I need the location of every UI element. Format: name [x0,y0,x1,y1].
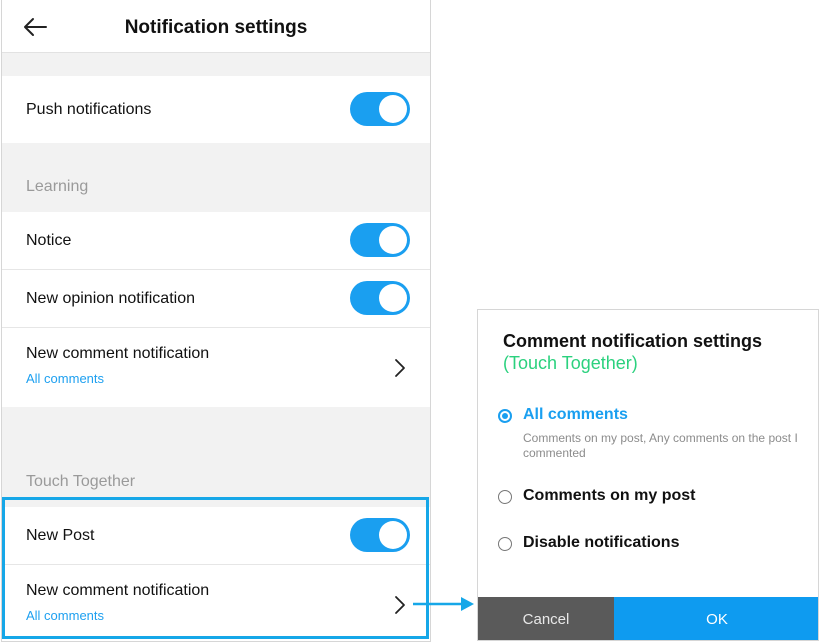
page-title: Notification settings [124,17,308,38]
new-post-row: New Post [2,507,430,564]
push-notifications-toggle[interactable] [350,92,410,126]
learning-comment-notification-value: All comments [26,371,105,386]
notification-settings-screen: Notification settings Push notifications… [1,0,431,642]
new-post-label: New Post [26,527,95,544]
option-description: Comments on my post, Any comments on the… [523,431,798,460]
learning-comment-notification-label: New comment notification [26,345,210,362]
touch-together-comment-notification-label: New comment notification [26,582,210,599]
opinion-notification-toggle[interactable] [350,281,410,315]
notice-label: Notice [26,232,72,249]
touch-together-comment-notification-row[interactable]: New comment notification All comments [2,565,430,641]
notice-toggle[interactable] [350,223,410,257]
ok-button[interactable]: OK [614,597,818,640]
comment-notification-dialog: Comment notification settings (Touch Tog… [477,309,819,641]
section-label-touch-together: Touch Together [26,473,136,490]
dialog-subtitle: (Touch Together) [503,353,638,373]
radio-selected-icon[interactable] [498,409,512,423]
option-label: Comments on my post [523,487,696,504]
push-notifications-label: Push notifications [26,101,152,118]
radio-unselected-icon[interactable] [498,537,512,551]
dialog-title: Comment notification settings [503,331,763,351]
chevron-right-icon [395,359,405,377]
new-post-toggle[interactable] [350,518,410,552]
opinion-notification-label: New opinion notification [26,290,195,307]
callout-arrow-icon [413,597,474,611]
push-notifications-row: Push notifications [2,76,430,143]
radio-unselected-icon[interactable] [498,490,512,504]
chevron-right-icon [395,596,405,614]
opinion-notification-row: New opinion notification [2,270,430,327]
cancel-button[interactable]: Cancel [478,597,614,640]
option-label: Disable notifications [523,534,680,551]
header-bar: Notification settings [2,0,430,53]
notice-row: Notice [2,212,430,269]
touch-together-comment-notification-value: All comments [26,608,105,623]
section-label-learning: Learning [26,178,89,195]
learning-comment-notification-row[interactable]: New comment notification All comments [2,328,430,407]
option-label: All comments [523,406,628,423]
